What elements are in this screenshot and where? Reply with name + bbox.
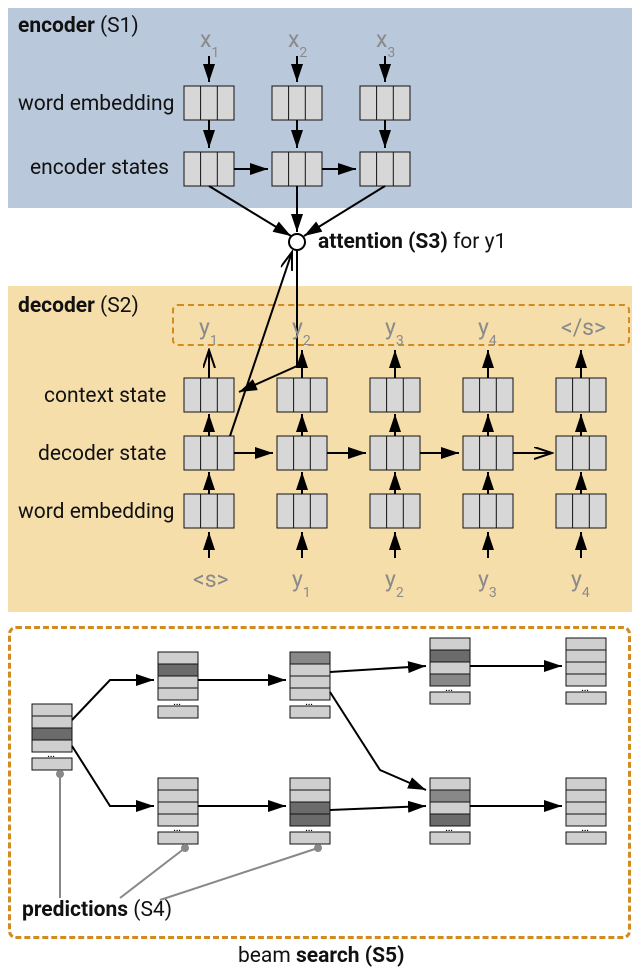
x1: x1 — [200, 26, 219, 57]
svg-text:…: … — [581, 680, 589, 694]
encoder-title: encoder (S1) — [18, 14, 139, 38]
svg-text:…: … — [581, 820, 589, 834]
eos-out: </s> — [561, 314, 606, 341]
decoder-row2: decoder state — [38, 442, 166, 466]
y4-in: y4 — [571, 566, 590, 597]
y1-out: y1 — [199, 314, 218, 345]
sos-in: <s> — [193, 566, 229, 593]
y1-in: y1 — [292, 566, 311, 597]
predictions-label: predictions (S4) — [22, 898, 172, 922]
svg-text:…: … — [305, 694, 313, 708]
diagram-svg: … … … … … … … … … — [0, 0, 640, 973]
encoder-row2: encoder states — [30, 156, 169, 180]
encoder-row1: word embedding — [18, 92, 174, 116]
svg-text:…: … — [305, 820, 313, 834]
decoder-row1: context state — [44, 384, 166, 408]
y4-out: y4 — [478, 314, 497, 345]
y2-out: y2 — [292, 314, 311, 345]
attention-label: attention (S3) for y1 — [318, 230, 506, 254]
svg-text:…: … — [173, 694, 181, 708]
svg-text:…: … — [173, 820, 181, 834]
svg-text:…: … — [445, 680, 453, 694]
x3: x3 — [376, 26, 395, 57]
svg-text:…: … — [47, 746, 55, 760]
y3-out: y3 — [385, 314, 404, 345]
beam-search-label: beam search (S5) — [238, 944, 404, 968]
decoder-row3: word embedding — [18, 500, 174, 524]
y3-in: y3 — [478, 566, 497, 597]
svg-text:…: … — [445, 820, 453, 834]
x2: x2 — [288, 26, 307, 57]
y2-in: y2 — [385, 566, 404, 597]
diagram: … … … … … … … … … — [0, 0, 640, 973]
decoder-title: decoder (S2) — [18, 294, 139, 318]
